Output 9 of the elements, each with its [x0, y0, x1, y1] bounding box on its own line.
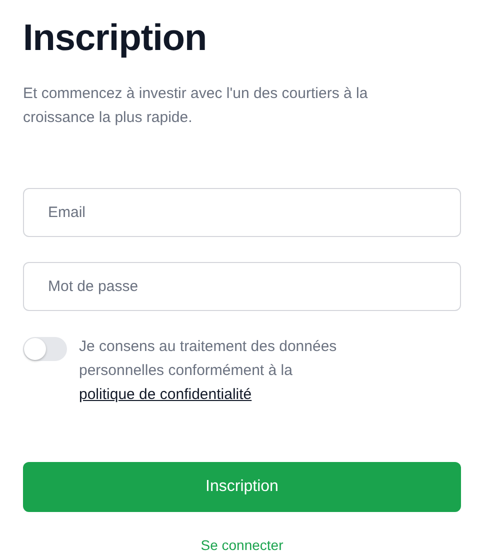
login-link[interactable]: Se connecter — [200, 537, 284, 551]
subtitle: Et commencez à investir avec l'un des courtiers à la croissance la plus rapide. — [23, 84, 369, 128]
toggle-switch[interactable] — [23, 337, 67, 361]
signup-button[interactable]: Inscription — [23, 462, 461, 512]
page-title: Inscription — [23, 16, 208, 60]
input-field[interactable]: Email — [23, 188, 461, 237]
privacy-policy-link[interactable]: politique de confidentialité — [79, 386, 252, 403]
input-field[interactable]: Mot de passe — [23, 262, 461, 311]
consent-text: Je consens au traitement des données personnelles conformément à la politique de confidentialité — [79, 337, 338, 405]
